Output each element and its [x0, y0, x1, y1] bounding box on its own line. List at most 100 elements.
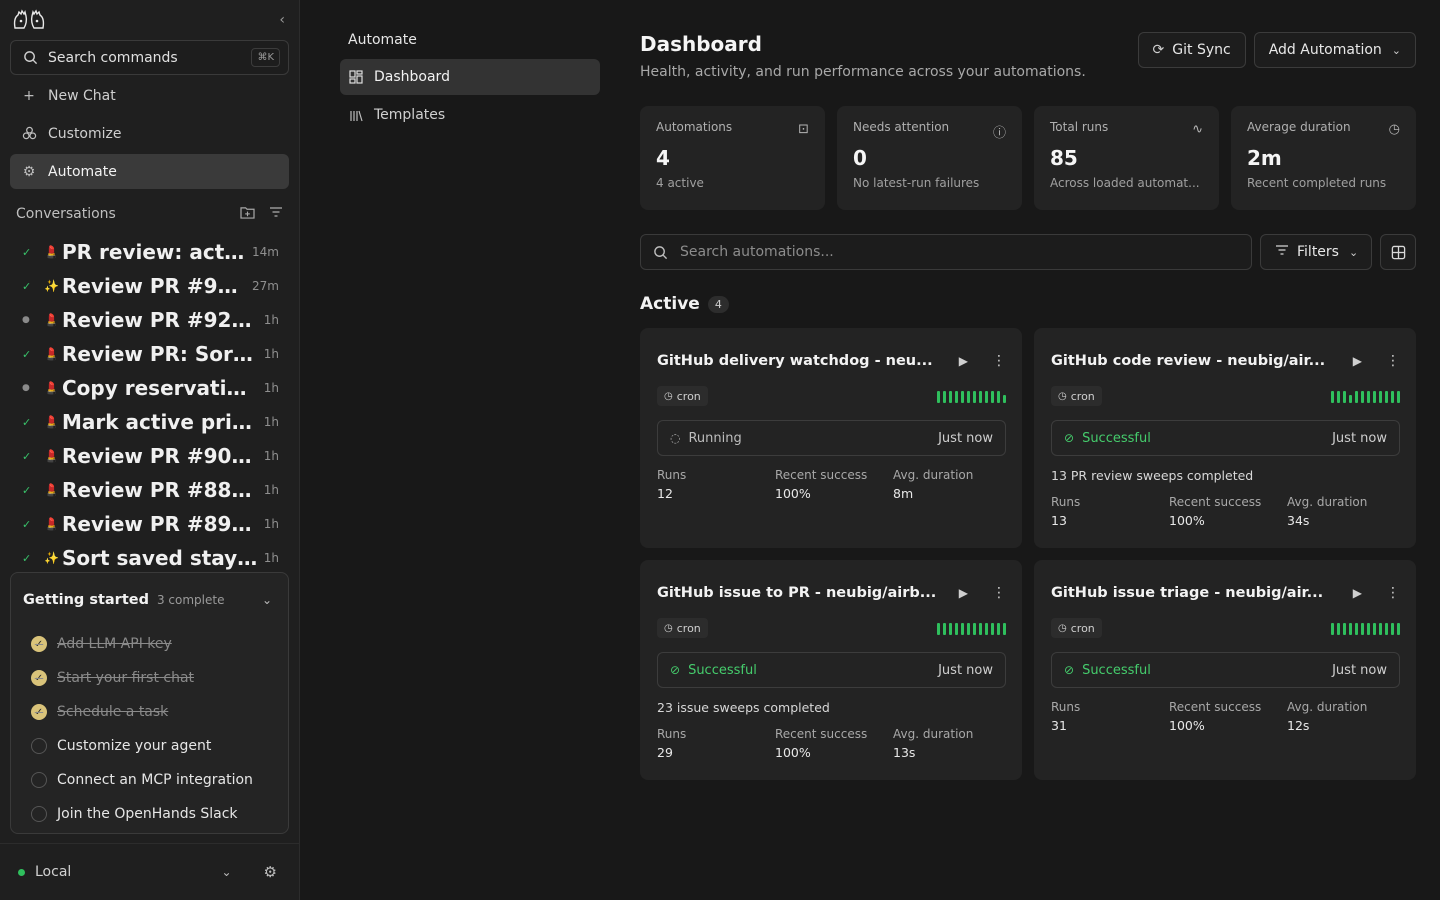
last-run-status[interactable]: ⊘ Successful Just now — [1051, 652, 1400, 688]
git-sync-button[interactable]: ⟳ Git Sync — [1137, 32, 1246, 68]
run-history-bar — [1355, 622, 1358, 635]
metric-runs: 31 — [1051, 718, 1067, 733]
check-icon: ✓ — [22, 551, 32, 565]
conversation-time: 1h — [263, 313, 279, 327]
filter-icon[interactable] — [269, 206, 283, 223]
run-history-bar — [979, 390, 982, 403]
conversation-title: Review PR #88: copy reser... — [62, 478, 258, 502]
command-search[interactable]: Search commands ⌘K — [10, 40, 289, 75]
run-history-bar — [937, 390, 940, 403]
metrics-row: Runs 31 Recent success 100% Avg. duration 12s — [1051, 700, 1400, 733]
chevron-down-icon[interactable]: ⌄ — [262, 593, 272, 607]
play-icon[interactable]: ▶ — [959, 354, 968, 368]
run-history-bar — [955, 622, 958, 635]
getting-started-item[interactable]: Customize your agent — [11, 729, 288, 763]
stat-value: 0 — [853, 146, 867, 170]
conversation-item[interactable]: ✓ ✨Sort saved stays by nightly... 1h — [0, 541, 299, 575]
runtime-selector[interactable]: Local ⌄ ⚙ — [0, 843, 299, 900]
automation-search-input[interactable] — [680, 244, 1239, 260]
conversation-item[interactable]: ✓ 💄Review PR #89: Booking q... 1h — [0, 507, 299, 541]
play-icon[interactable]: ▶ — [1353, 586, 1362, 600]
conversation-item[interactable]: ✓ ✨Review PR #91: sort save... 27m — [0, 269, 299, 303]
conversation-item[interactable]: ● 💄Review PR #92: accessibilit... 1h — [0, 303, 299, 337]
subnav-item-dashboard[interactable]: Dashboard — [340, 59, 600, 95]
automation-name[interactable]: GitHub issue triage - neubig/air... — [1051, 585, 1353, 601]
run-history-bar — [1331, 390, 1334, 403]
conversation-time: 1h — [263, 449, 279, 463]
automation-card[interactable]: GitHub issue to PR - neubig/airb... ▶ ⋮ ◷ cr… — [640, 560, 1022, 780]
dashboard-icon — [348, 70, 364, 84]
dashboard-main: Dashboard Health, activity, and run perf… — [620, 0, 1440, 900]
metric-runs: 12 — [657, 486, 673, 501]
conversation-emoji-icon: 💄 — [44, 313, 59, 327]
getting-started-item-label: Customize your agent — [57, 738, 212, 754]
getting-started-header[interactable]: Getting started 3 complete ⌄ — [11, 573, 288, 627]
conversation-item[interactable]: ✓ 💄PR review: active navigat... 14m — [0, 235, 299, 269]
automation-card[interactable]: GitHub delivery watchdog - neu... ▶ ⋮ ◷ cron… — [640, 328, 1022, 548]
automation-card[interactable]: GitHub issue triage - neubig/air... ▶ ⋮ ◷ cr… — [1034, 560, 1416, 780]
conversation-emoji-icon: 💄 — [44, 449, 59, 463]
add-automation-button[interactable]: Add Automation ⌄ — [1253, 32, 1416, 68]
stat-label: Total runs — [1050, 120, 1109, 134]
more-options-icon[interactable]: ⋮ — [1386, 353, 1400, 369]
conversation-item[interactable]: ✓ 💄Review PR #88: copy reser... 1h — [0, 473, 299, 507]
page-header: Dashboard Health, activity, and run perf… — [640, 32, 1416, 80]
check-icon: ✓ — [22, 245, 32, 259]
conversation-item[interactable]: ✓ 💄Review PR #90: Upcoming ... 1h — [0, 439, 299, 473]
last-run-status[interactable]: ⊘ Successful Just now — [657, 652, 1006, 688]
getting-started-item[interactable]: Connect an MCP integration — [11, 763, 288, 797]
run-history-bar — [973, 622, 976, 635]
nav-automate[interactable]: ⚙ Automate — [10, 154, 289, 189]
conversations-label: Conversations — [16, 206, 116, 222]
status-text: Successful — [1082, 430, 1151, 446]
success-check-icon: ⊘ — [670, 663, 681, 677]
more-options-icon[interactable]: ⋮ — [992, 585, 1006, 601]
getting-started-item[interactable]: ✓ Add LLM API key — [11, 627, 288, 661]
customize-icon — [20, 126, 38, 141]
play-icon[interactable]: ▶ — [1353, 354, 1362, 368]
conversation-item[interactable]: ● 💄Copy reservation ID on con... 1h — [0, 371, 299, 405]
nav-customize[interactable]: Customize — [10, 116, 289, 151]
automation-name[interactable]: GitHub delivery watchdog - neu... — [657, 353, 959, 369]
stat-card: Total runs ∿ 85 Across loaded automat... — [1034, 106, 1219, 210]
run-history-bar — [1003, 622, 1006, 635]
subnav-item-templates[interactable]: Templates — [340, 97, 600, 133]
settings-gear-icon[interactable]: ⚙ — [264, 863, 277, 881]
chevron-down-icon[interactable]: ⌄ — [221, 865, 231, 879]
automation-toolbar: Filters ⌄ — [640, 234, 1416, 270]
filters-button[interactable]: Filters ⌄ — [1260, 234, 1372, 270]
conversation-item[interactable]: ✓ 💄Review PR: Sort saved stay... 1h — [0, 337, 299, 371]
openhands-logo-icon[interactable] — [12, 8, 46, 32]
status-time: Just now — [938, 430, 993, 446]
subnav-dashboard-label: Dashboard — [374, 69, 450, 85]
automation-search[interactable] — [640, 234, 1252, 270]
automation-name[interactable]: GitHub code review - neubig/air... — [1051, 353, 1353, 369]
conversation-emoji-icon: 💄 — [44, 245, 59, 259]
automation-name[interactable]: GitHub issue to PR - neubig/airb... — [657, 585, 959, 601]
metrics-row: Runs 13 Recent success 100% Avg. duration 34s — [1051, 495, 1400, 528]
more-options-icon[interactable]: ⋮ — [992, 353, 1006, 369]
more-options-icon[interactable]: ⋮ — [1386, 585, 1400, 601]
getting-started-item[interactable]: ✓ Schedule a task — [11, 695, 288, 729]
check-icon: ✓ — [22, 517, 32, 531]
getting-started-item[interactable]: ✓ Start your first chat — [11, 661, 288, 695]
run-history-bar — [949, 390, 952, 403]
last-run-status[interactable]: ◌ Running Just now — [657, 420, 1006, 456]
conversation-title: Review PR #89: Booking q... — [62, 512, 258, 536]
new-folder-icon[interactable] — [240, 206, 255, 223]
grid-view-button[interactable] — [1380, 234, 1416, 270]
conversation-title: Review PR #90: Upcoming ... — [62, 444, 258, 468]
nav-new-chat[interactable]: + New Chat — [10, 78, 289, 113]
collapse-sidebar-icon[interactable]: ‹ — [279, 12, 285, 28]
run-history — [1331, 390, 1400, 403]
conversation-item[interactable]: ✓ 💄Mark active primary naviga... 1h — [0, 405, 299, 439]
play-icon[interactable]: ▶ — [959, 586, 968, 600]
stat-value: 4 — [656, 146, 670, 170]
last-run-status[interactable]: ⊘ Successful Just now — [1051, 420, 1400, 456]
gear-icon: ⚙ — [22, 163, 36, 180]
metric-label: Recent success — [775, 468, 868, 482]
automation-card[interactable]: GitHub code review - neubig/air... ▶ ⋮ ◷ cro… — [1034, 328, 1416, 548]
check-icon: ✓ — [22, 347, 32, 361]
conversation-title: Review PR #92: accessibilit... — [62, 308, 258, 332]
getting-started-item[interactable]: Join the OpenHands Slack — [11, 797, 288, 831]
